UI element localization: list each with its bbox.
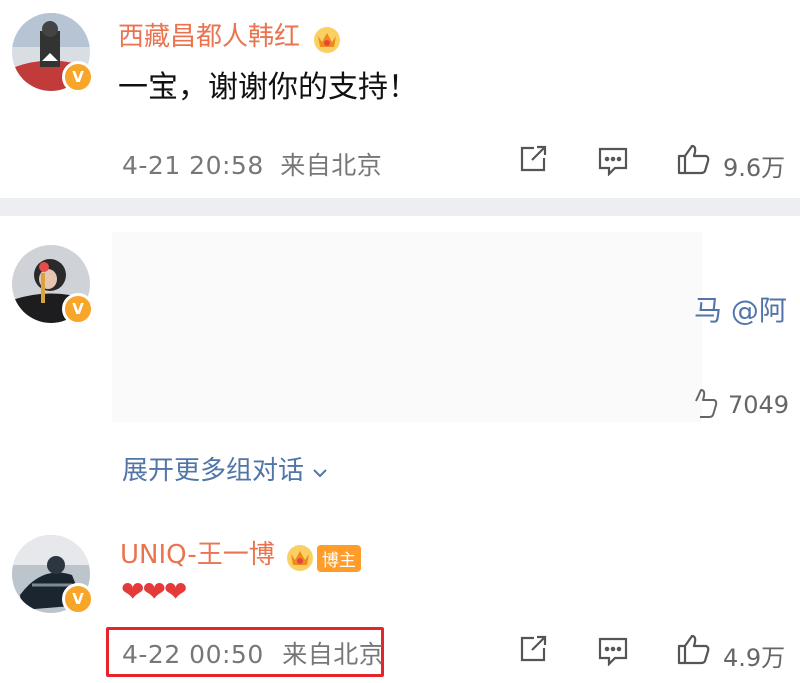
like-count: 4.9万 — [723, 644, 786, 672]
verified-icon: V — [62, 583, 94, 615]
blogger-badge: 博主 — [316, 545, 361, 572]
location: 来自北京 — [280, 151, 383, 180]
like-icon[interactable] — [692, 387, 722, 423]
avatar[interactable]: V — [12, 13, 94, 93]
expand-conversation-link[interactable]: 展开更多组对话 — [122, 450, 328, 487]
avatar[interactable]: V — [12, 245, 94, 325]
username[interactable]: UNIQ-王一博 — [120, 540, 275, 570]
like-icon[interactable] — [677, 633, 711, 669]
timestamp: 4-21 20:58 — [122, 151, 264, 180]
expand-label: 展开更多组对话 — [122, 456, 305, 486]
like-count: 9.6万 — [723, 154, 786, 182]
comment-text: 一宝，谢谢你的支持！ — [118, 70, 418, 105]
comment-icon[interactable] — [597, 146, 629, 180]
avatar[interactable]: V — [12, 535, 94, 615]
location: 来自北京 — [282, 640, 385, 669]
username[interactable]: 西藏昌都人韩红 — [118, 22, 300, 52]
like-icon[interactable] — [677, 143, 711, 179]
verified-icon: V — [62, 61, 94, 93]
share-icon[interactable] — [518, 634, 548, 668]
like-count: 7049 — [728, 391, 790, 419]
blurred-content — [112, 232, 702, 422]
crown-icon — [311, 24, 343, 58]
comment-icon[interactable] — [597, 636, 629, 670]
timestamp: 4-22 00:50 — [122, 640, 264, 669]
crown-icon — [284, 542, 316, 576]
mention-text[interactable]: 马 @阿 — [694, 289, 787, 329]
share-icon[interactable] — [518, 144, 548, 178]
verified-icon: V — [62, 293, 94, 325]
comment-text: ❤❤❤ — [121, 575, 187, 608]
section-divider — [0, 198, 800, 216]
chevron-down-icon — [312, 456, 328, 486]
